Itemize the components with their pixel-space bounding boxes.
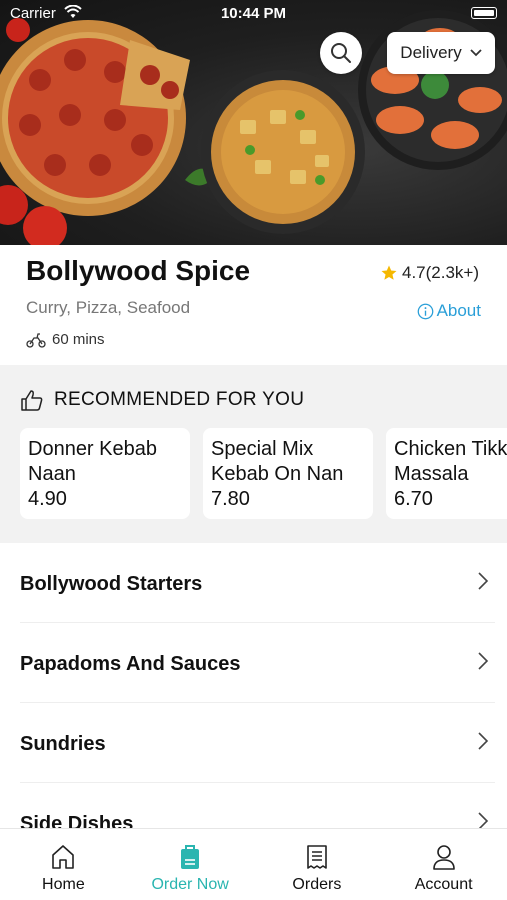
- about-link[interactable]: About: [417, 301, 481, 321]
- clock: 10:44 PM: [220, 5, 287, 22]
- star-icon: [381, 265, 397, 280]
- menu-category-list: Bollywood Starters Papadoms And Sauces S…: [0, 543, 507, 828]
- category-label: Papadoms And Sauces: [20, 653, 241, 675]
- chevron-right-icon: [478, 572, 489, 590]
- info-icon: [417, 303, 433, 319]
- tab-label: Account: [414, 876, 473, 893]
- recommended-card[interactable]: Donner Kebab Naan 4.90: [20, 428, 190, 519]
- rating: 4.7(2.3k+): [380, 263, 479, 283]
- recommended-card[interactable]: Chicken Tikka Massala 6.70: [386, 428, 507, 519]
- recommended-item-name: Donner Kebab Naan: [28, 438, 157, 485]
- tab-order-now[interactable]: Order Now: [127, 829, 254, 900]
- restaurant-name: Bollywood Spice: [26, 255, 251, 286]
- recommended-item-price: 7.80: [211, 488, 250, 510]
- thumbs-up-icon: [21, 390, 43, 411]
- chevron-down-icon: [470, 49, 482, 57]
- category-row-bollywood-starters[interactable]: Bollywood Starters: [20, 543, 495, 623]
- rating-value: 4.7(2.3k+): [401, 263, 479, 282]
- delivery-time: 60 mins: [26, 331, 105, 348]
- delivery-mode-label: Delivery: [400, 43, 462, 62]
- battery-icon: [471, 7, 497, 19]
- recommended-carousel[interactable]: Donner Kebab Naan 4.90 Special Mix Kebab…: [20, 428, 507, 519]
- tab-label: Order Now: [151, 876, 229, 893]
- cuisine-list: Curry, Pizza, Seafood: [26, 298, 191, 317]
- category-label: Side Dishes: [20, 813, 134, 828]
- chevron-right-icon: [478, 732, 489, 750]
- recommended-item-price: 6.70: [394, 488, 433, 510]
- category-label: Bollywood Starters: [20, 573, 203, 595]
- tab-label: Home: [42, 876, 85, 893]
- tab-home[interactable]: Home: [0, 829, 127, 900]
- receipt-icon: [307, 845, 327, 869]
- about-label: About: [436, 301, 481, 320]
- recommended-header: RECOMMENDED FOR YOU: [20, 389, 304, 411]
- category-row-side-dishes[interactable]: Side Dishes: [20, 783, 495, 828]
- category-row-sundries[interactable]: Sundries: [20, 703, 495, 783]
- recommended-section: RECOMMENDED FOR YOU Donner Kebab Naan 4.…: [0, 365, 507, 543]
- recommended-item-name: Special Mix Kebab On Nan: [211, 438, 344, 485]
- home-icon: [52, 845, 75, 869]
- person-icon: [432, 845, 455, 870]
- recommended-title: RECOMMENDED FOR YOU: [54, 389, 305, 410]
- recommended-item-name: Chicken Tikka Massala: [394, 438, 507, 485]
- order-bag-icon: [181, 845, 200, 869]
- category-label: Sundries: [20, 733, 106, 755]
- status-bar: Carrier 10:44 PM: [0, 0, 507, 28]
- hero-banner: Carrier 10:44 PM Delivery: [0, 0, 507, 245]
- category-row-papadoms-and-sauces[interactable]: Papadoms And Sauces: [20, 623, 495, 703]
- recommended-item-price: 4.90: [28, 488, 67, 510]
- tab-account[interactable]: Account: [380, 829, 507, 900]
- bottom-tab-bar: Home Order Now Orders Account: [0, 828, 507, 900]
- chevron-right-icon: [478, 812, 489, 828]
- search-icon: [331, 43, 351, 63]
- restaurant-info: Bollywood Spice 4.7(2.3k+) Curry, Pizza,…: [0, 245, 507, 365]
- tab-orders[interactable]: Orders: [254, 829, 381, 900]
- chevron-right-icon: [478, 652, 489, 670]
- scooter-icon: [26, 332, 46, 348]
- search-button[interactable]: [320, 32, 362, 74]
- recommended-card[interactable]: Special Mix Kebab On Nan 7.80: [203, 428, 373, 519]
- delivery-time-value: 60 mins: [52, 331, 105, 348]
- delivery-mode-dropdown[interactable]: Delivery: [387, 32, 495, 74]
- tab-label: Orders: [292, 876, 342, 893]
